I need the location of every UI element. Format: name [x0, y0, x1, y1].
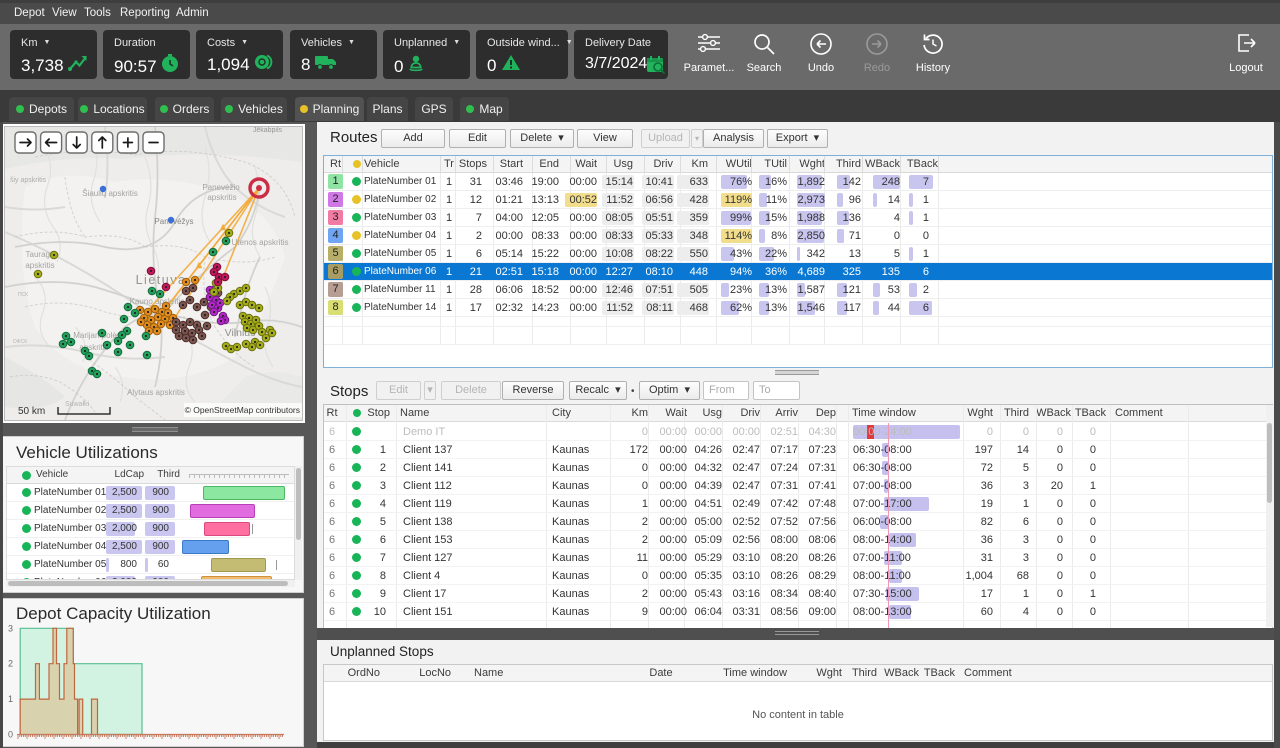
svg-text:Marijampolės: Marijampolės — [73, 331, 121, 340]
svg-text:Kauno apskritis: Kauno apskritis — [130, 297, 185, 306]
svg-text:apskritis: apskritis — [25, 261, 54, 270]
svg-text:50 km: 50 km — [18, 406, 45, 417]
svg-text:1: 1 — [8, 694, 13, 704]
svg-text:Jēkabpils: Jēkabpils — [253, 127, 283, 134]
svg-text:© OpenStreetMap contributors: © OpenStreetMap contributors — [185, 405, 300, 415]
svg-text:Šiaulių apskritis: Šiaulių apskritis — [82, 189, 138, 198]
svg-text:apskritis: apskritis — [207, 193, 236, 202]
svg-text:Panevėžio: Panevėžio — [202, 183, 240, 192]
svg-text:ПСК: ПСК — [18, 292, 28, 298]
svg-text:0: 0 — [8, 730, 13, 740]
svg-text:Alytaus apskritis: Alytaus apskritis — [127, 388, 185, 397]
svg-text:2: 2 — [8, 659, 13, 669]
svg-text:ОФСК: ОФСК — [13, 339, 27, 345]
svg-text:Panevėžys: Panevėžys — [154, 217, 193, 226]
svg-text:Utenos apskritis: Utenos apskritis — [232, 238, 289, 247]
svg-text:šiy apskritis: šiy apskritis — [10, 177, 47, 184]
svg-text:3: 3 — [8, 623, 13, 633]
svg-text:Suwałki: Suwałki — [65, 401, 90, 408]
